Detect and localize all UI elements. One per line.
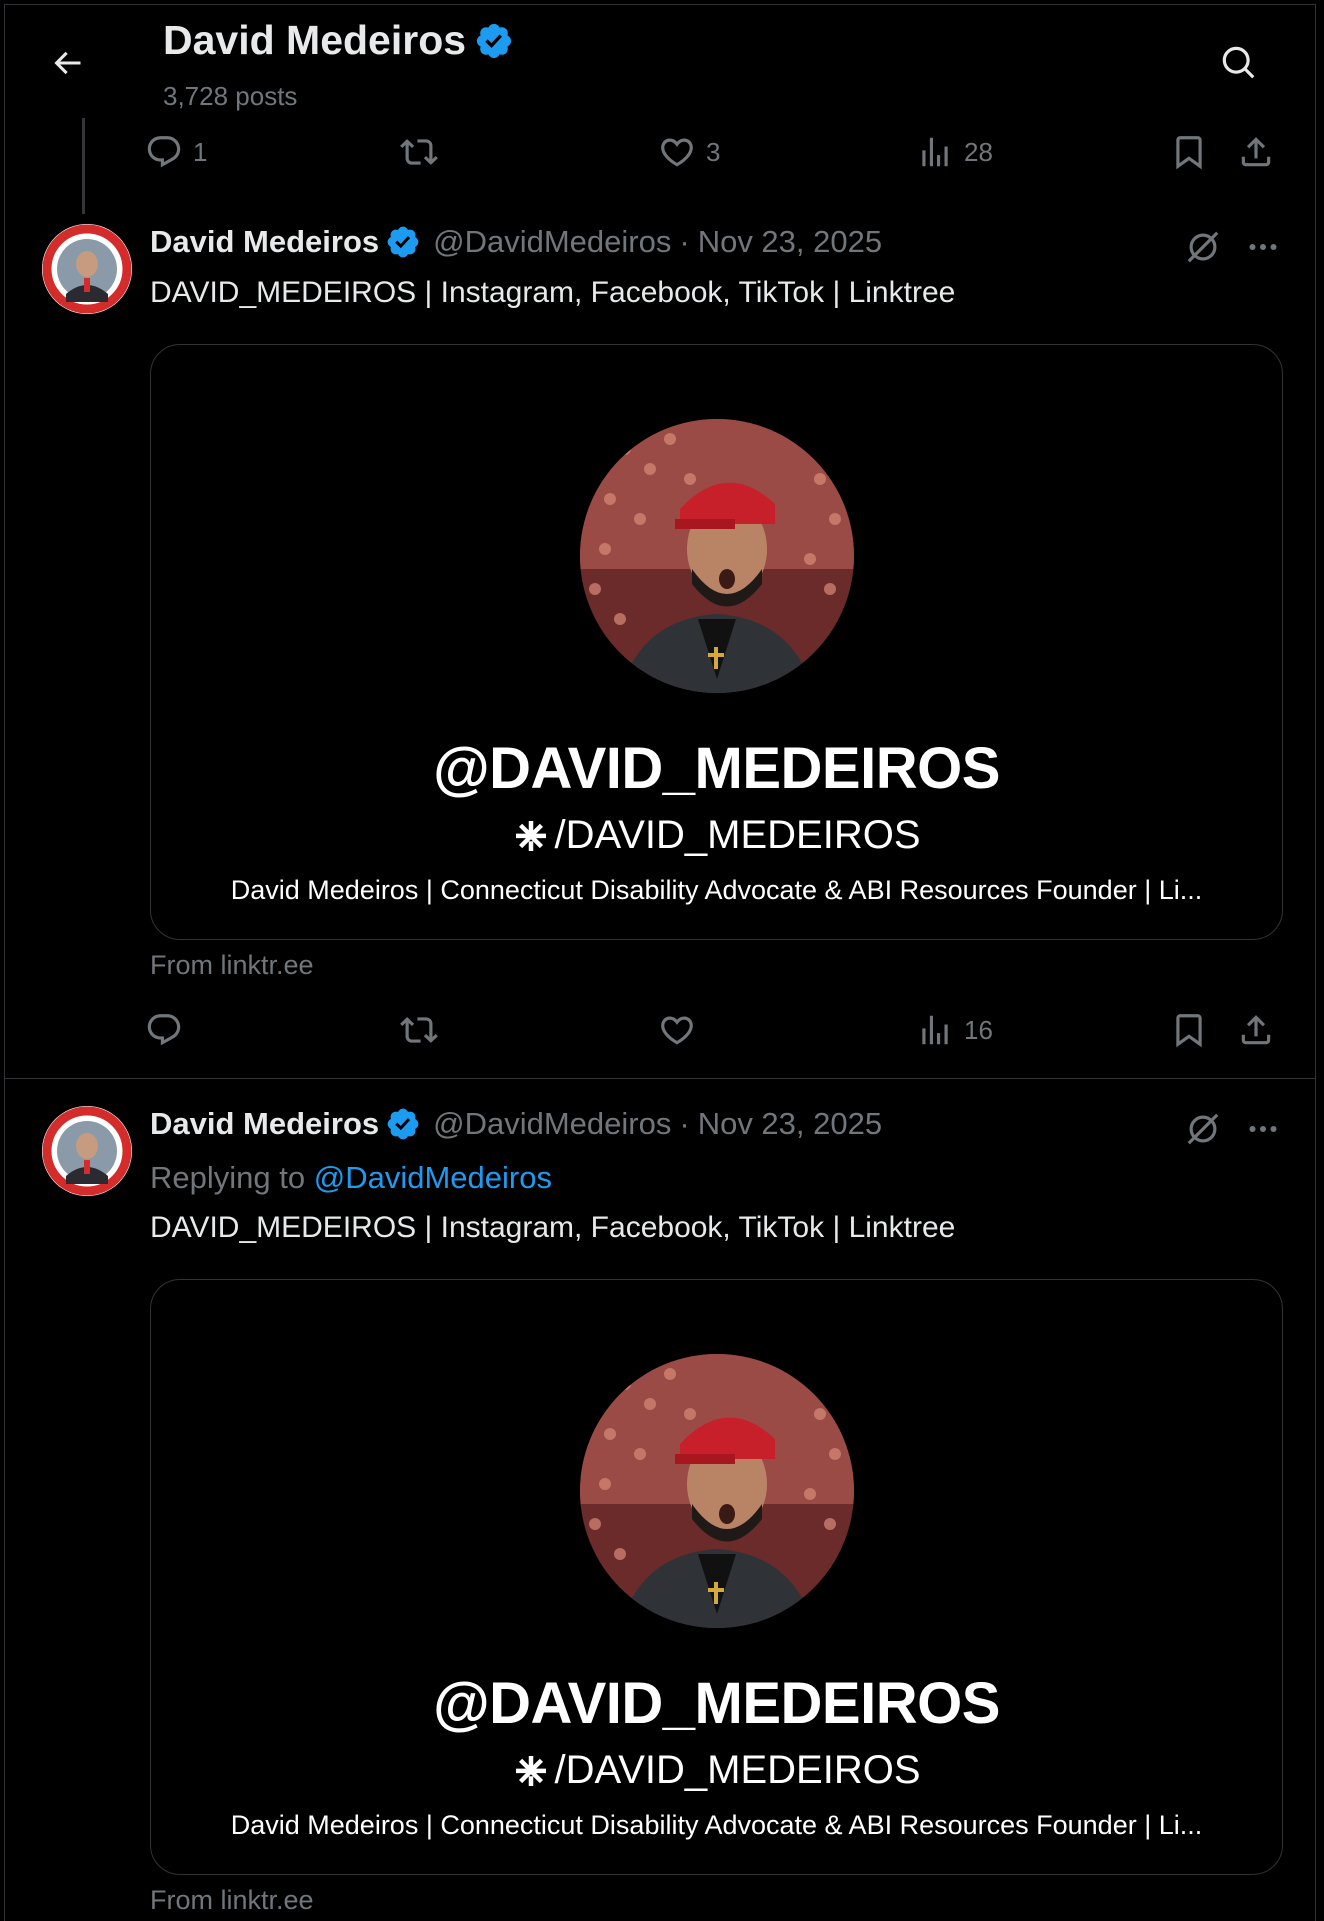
search-button[interactable] bbox=[1215, 39, 1263, 87]
views-count: 28 bbox=[964, 136, 993, 167]
grok-button[interactable] bbox=[1180, 1106, 1226, 1152]
meta-separator: · bbox=[679, 1106, 690, 1141]
tweet-date[interactable]: Nov 23, 2025 bbox=[698, 1106, 882, 1142]
thread-connector bbox=[82, 118, 85, 214]
views-button[interactable]: 28 bbox=[916, 129, 993, 175]
views-count: 16 bbox=[964, 1014, 993, 1045]
linktree-icon bbox=[515, 1755, 546, 1786]
tweet-header: David Medeiros @DavidMedeiros · Nov 23, … bbox=[150, 224, 882, 260]
tweet-header: David Medeiros @DavidMedeiros · Nov 23, … bbox=[150, 1106, 882, 1142]
avatar-logo-icon bbox=[42, 1106, 132, 1196]
tweet-text: DAVID_MEDEIROS | Instagram, Facebook, Ti… bbox=[150, 1211, 956, 1244]
back-arrow-icon bbox=[54, 51, 81, 75]
reply-button[interactable] bbox=[145, 1007, 193, 1053]
replying-to: Replying to @DavidMedeiros bbox=[150, 1160, 552, 1196]
share-button[interactable] bbox=[1237, 1007, 1275, 1053]
card-title: @DAVID_MEDEIROS bbox=[433, 1671, 1000, 1736]
post-count: 3,728 posts bbox=[163, 81, 298, 111]
more-icon bbox=[1249, 244, 1277, 250]
profile-header: David Medeiros 3,728 posts bbox=[5, 5, 1315, 115]
like-count: 3 bbox=[706, 136, 721, 167]
profile-photo-icon bbox=[580, 419, 854, 693]
tweet-actions-prev: 1 3 28 bbox=[145, 129, 1280, 175]
like-icon bbox=[661, 138, 693, 167]
card-link-text: /DAVID_MEDEIROS bbox=[554, 813, 921, 857]
replying-to-prefix: Replying to bbox=[150, 1160, 314, 1195]
grok-icon bbox=[1187, 231, 1219, 263]
reply-button[interactable]: 1 bbox=[145, 129, 207, 175]
repost-button[interactable] bbox=[400, 1007, 448, 1053]
more-button[interactable] bbox=[1240, 224, 1286, 270]
views-button[interactable]: 16 bbox=[916, 1007, 993, 1053]
linktree-icon bbox=[515, 820, 546, 851]
profile-photo-icon bbox=[580, 1354, 854, 1628]
repost-button[interactable] bbox=[400, 129, 448, 175]
share-icon bbox=[1241, 137, 1271, 167]
views-icon bbox=[922, 1015, 948, 1045]
author-name[interactable]: David Medeiros bbox=[150, 1106, 379, 1142]
back-button[interactable] bbox=[43, 39, 91, 87]
grok-icon bbox=[1187, 1113, 1219, 1145]
bookmark-button[interactable] bbox=[1170, 1007, 1208, 1053]
like-button[interactable] bbox=[658, 1007, 706, 1053]
link-card[interactable]: @DAVID_MEDEIROS /DAVID_MEDEIROS David Me… bbox=[150, 344, 1283, 940]
card-description: David Medeiros | Connecticut Disability … bbox=[230, 875, 1203, 905]
repost-icon bbox=[400, 1017, 438, 1043]
avatar[interactable] bbox=[42, 1106, 132, 1196]
replying-to-link[interactable]: @DavidMedeiros bbox=[314, 1160, 552, 1195]
avatar-logo-icon bbox=[42, 224, 132, 314]
card-profile-photo bbox=[580, 1354, 854, 1628]
repost-icon bbox=[400, 139, 438, 165]
link-card[interactable]: @DAVID_MEDEIROS /DAVID_MEDEIROS David Me… bbox=[150, 1279, 1283, 1875]
share-icon bbox=[1241, 1015, 1271, 1045]
reply-icon bbox=[147, 1014, 181, 1046]
reply-icon bbox=[147, 136, 181, 168]
like-icon bbox=[661, 1016, 693, 1045]
reply-count: 1 bbox=[193, 136, 208, 167]
profile-name: David Medeiros bbox=[163, 17, 467, 63]
more-icon bbox=[1249, 1126, 1277, 1132]
card-description: David Medeiros | Connecticut Disability … bbox=[230, 1810, 1203, 1840]
tweet-date[interactable]: Nov 23, 2025 bbox=[698, 224, 882, 260]
verified-badge-icon bbox=[387, 226, 419, 258]
author-handle[interactable]: @DavidMedeiros bbox=[433, 224, 671, 260]
grok-button[interactable] bbox=[1180, 224, 1226, 270]
share-button[interactable] bbox=[1237, 129, 1275, 175]
bookmark-icon bbox=[1176, 136, 1202, 170]
tweet-divider bbox=[5, 1078, 1315, 1079]
avatar[interactable] bbox=[42, 224, 132, 314]
card-link-line: /DAVID_MEDEIROS bbox=[151, 813, 1282, 858]
tweet-text: DAVID_MEDEIROS | Instagram, Facebook, Ti… bbox=[150, 276, 956, 309]
author-handle[interactable]: @DavidMedeiros bbox=[433, 1106, 671, 1142]
meta-separator: · bbox=[679, 224, 690, 259]
page-title: David Medeiros bbox=[163, 17, 514, 64]
card-source[interactable]: From linktr.ee bbox=[150, 950, 314, 981]
card-link-text: /DAVID_MEDEIROS bbox=[554, 1748, 921, 1792]
card-link-line: /DAVID_MEDEIROS bbox=[151, 1748, 1282, 1793]
views-icon bbox=[922, 137, 948, 167]
card-source[interactable]: From linktr.ee bbox=[150, 1885, 314, 1916]
like-button[interactable]: 3 bbox=[658, 129, 720, 175]
verified-badge-icon bbox=[387, 1108, 419, 1140]
author-name[interactable]: David Medeiros bbox=[150, 224, 379, 260]
search-icon bbox=[1222, 46, 1255, 79]
more-button[interactable] bbox=[1240, 1106, 1286, 1152]
card-profile-photo bbox=[580, 419, 854, 693]
card-title: @DAVID_MEDEIROS bbox=[433, 736, 1000, 801]
bookmark-icon bbox=[1176, 1014, 1202, 1048]
bookmark-button[interactable] bbox=[1170, 129, 1208, 175]
verified-badge-icon bbox=[476, 23, 512, 58]
tweet-actions-1: 16 bbox=[145, 1007, 1280, 1053]
